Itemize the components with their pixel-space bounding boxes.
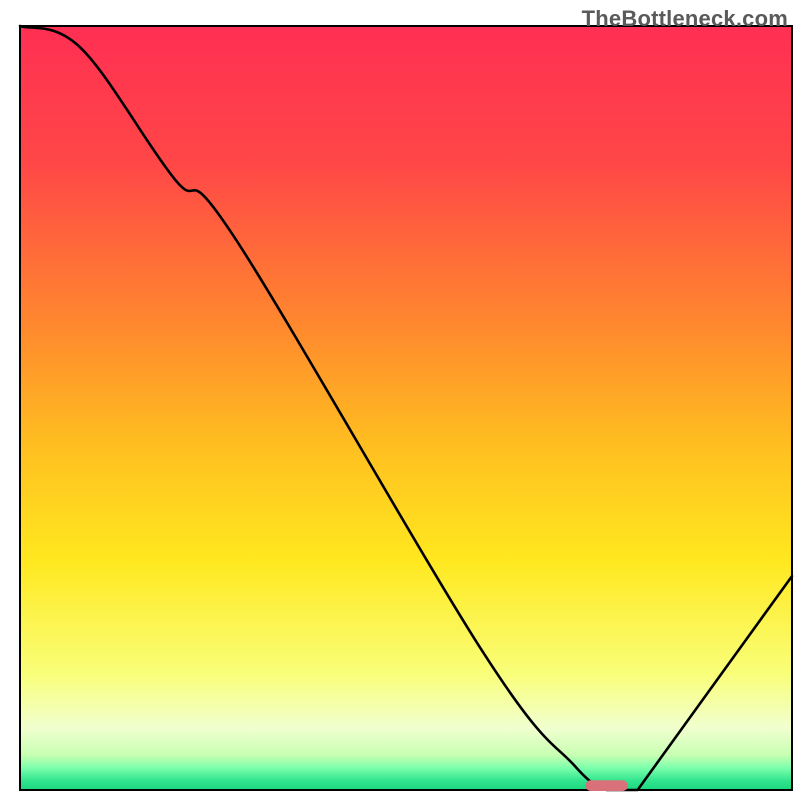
chart-svg — [0, 0, 800, 800]
plot-background — [21, 27, 791, 789]
optimal-point-marker — [585, 780, 627, 791]
watermark-text: TheBottleneck.com — [582, 6, 788, 32]
chart-stage: TheBottleneck.com — [0, 0, 800, 800]
